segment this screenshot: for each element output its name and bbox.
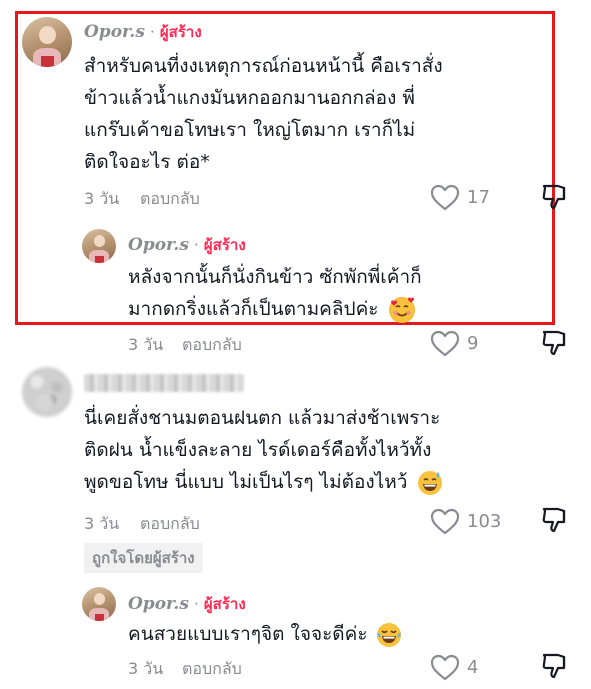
comment-time: 3 วัน — [84, 189, 120, 208]
comment-line: ติดใจอะไร ต่อ* — [84, 151, 210, 173]
comment-time: 3 วัน — [128, 335, 164, 354]
comment-line: นี่เคยสั่งชานมตอนฝนตก แล้วมาส่งช้าเพราะ — [84, 407, 441, 429]
grinning-sweat-icon — [417, 470, 443, 496]
comment-line: แกร๊บเค้าขอโทษเรา ใหญ่โตมาก เราก็ไม่ — [84, 119, 416, 141]
heart-icon[interactable] — [430, 654, 460, 681]
comment-line: พูดขอโทษ นี่แบบ ไม่เป็นไรๆ ไม่ต้องไหว้ — [84, 466, 443, 498]
comment-line: ข้าวแล้วน้ำแกงมันหกออกมานอกกล่อง พี่ — [84, 87, 415, 109]
dislike-icon[interactable] — [540, 651, 570, 681]
separator: · — [150, 23, 155, 41]
reply-header: Opor.s · ผู้สร้าง — [128, 233, 246, 257]
heart-icon[interactable] — [430, 184, 460, 211]
creator-badge: ผู้สร้าง — [203, 595, 246, 613]
comment-time: 3 วัน — [128, 659, 164, 678]
reply-button[interactable]: ตอบกลับ — [140, 187, 200, 212]
dislike-icon[interactable] — [540, 328, 570, 358]
reply-button[interactable]: ตอบกลับ — [182, 657, 242, 682]
dislike-icon[interactable] — [540, 505, 570, 535]
comment-text: สำหรับคนที่งงเหตุการณ์ก่อนหน้านี้ คือเรา… — [84, 50, 443, 178]
heart-icon[interactable] — [430, 508, 460, 535]
reply-text: หลังจากนั้นก็นั่งกินข้าว ซักพักพี่เค้าก็… — [128, 261, 422, 325]
username[interactable]: Opor.s — [128, 235, 189, 255]
reply-button[interactable]: ตอบกลับ — [140, 512, 200, 537]
reply-header: Opor.s · ผู้สร้าง — [128, 592, 246, 616]
reply-button[interactable]: ตอบกลับ — [182, 333, 242, 358]
comment-line: สำหรับคนที่งงเหตุการณ์ก่อนหน้านี้ คือเรา… — [84, 55, 443, 77]
avatar[interactable] — [22, 17, 72, 67]
username[interactable]: Opor.s — [128, 594, 189, 614]
heart-icon[interactable] — [430, 330, 460, 357]
username-redacted[interactable] — [84, 374, 244, 392]
like-count: 17 — [467, 187, 490, 208]
reply-text: คนสวยแบบเราๆจิต ใจจะดีค่ะ — [128, 618, 402, 650]
comment-header: Opor.s · ผู้สร้าง — [84, 20, 202, 44]
comment-text: นี่เคยสั่งชานมตอนฝนตก แล้วมาส่งช้าเพราะ … — [84, 402, 443, 498]
tears-of-joy-icon — [376, 622, 402, 648]
comment-time: 3 วัน — [84, 514, 120, 533]
comment-line: หลังจากนั้นก็นั่งกินข้าว ซักพักพี่เค้าก็ — [128, 266, 422, 288]
username[interactable]: Opor.s — [84, 22, 145, 42]
creator-badge: ผู้สร้าง — [203, 236, 246, 254]
separator: · — [194, 236, 199, 254]
creator-badge: ผู้สร้าง — [159, 23, 202, 41]
liked-by-creator-badge: ถูกใจโดยผู้สร้าง — [84, 543, 203, 573]
separator: · — [194, 595, 199, 613]
avatar[interactable] — [82, 229, 116, 263]
comment-line: มากดกริ่งแล้วก็เป็นตามคลิปค่ะ — [128, 293, 422, 325]
avatar[interactable] — [22, 367, 72, 417]
like-count: 9 — [467, 333, 479, 354]
dislike-icon[interactable] — [540, 182, 570, 212]
avatar[interactable] — [82, 587, 116, 621]
like-count: 4 — [467, 657, 479, 678]
smiling-face-with-hearts-icon — [388, 296, 415, 323]
like-count: 103 — [467, 511, 502, 532]
comment-line: ติดฝน น้ำแข็งละลาย ไรด์เดอร์คือทั้งไหว้ท… — [84, 439, 432, 461]
